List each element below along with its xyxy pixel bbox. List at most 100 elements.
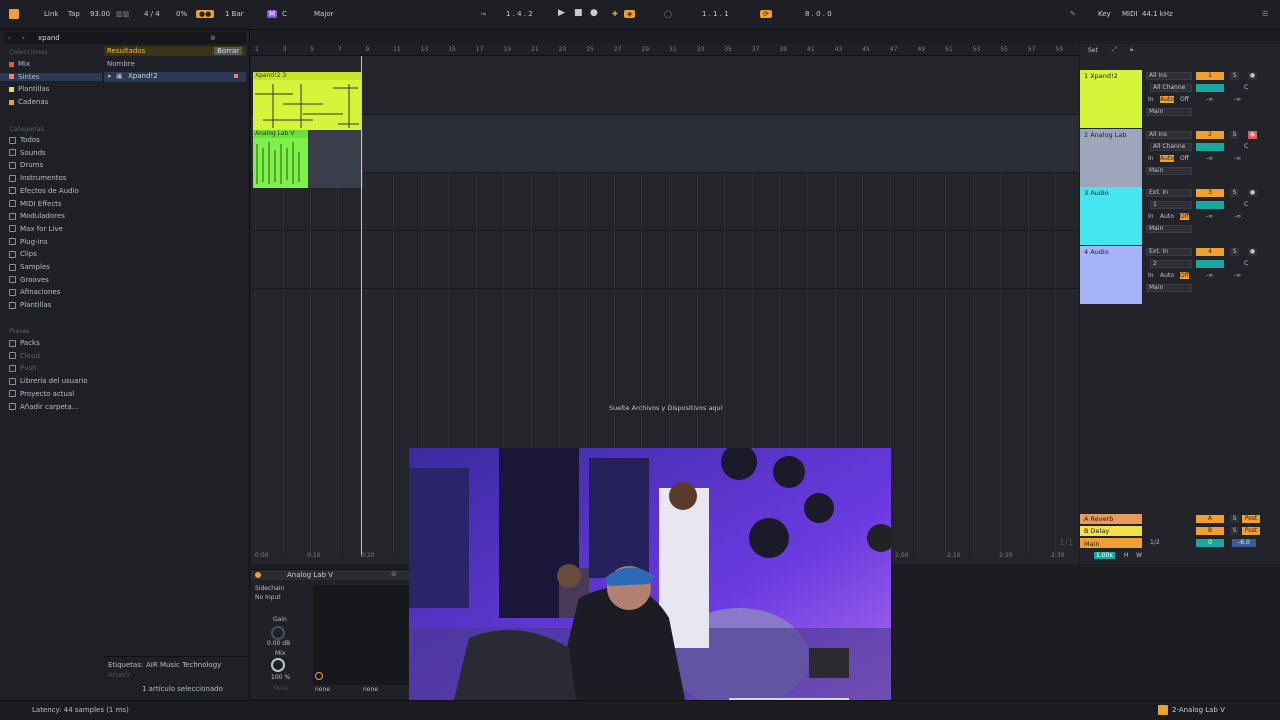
automation-arm-icon[interactable]: ◈ [624,10,636,18]
clear-search-icon[interactable]: ⊗ [210,34,216,42]
tap-button[interactable]: Tap [68,10,80,18]
back-icon[interactable]: ‹ [8,34,11,42]
midi-clip[interactable]: Xpand!2 3 [253,72,361,130]
place-item[interactable]: Librería del usuario [9,377,88,385]
empty-clip-region[interactable] [308,130,363,188]
ratio-display[interactable]: 1.00x [1094,552,1115,559]
w-button[interactable]: W [1136,552,1142,559]
return-solo[interactable]: S [1230,527,1239,535]
track-volume[interactable] [1196,201,1224,209]
search-bar[interactable]: ‹ › xpand ⊗ [4,32,246,44]
category-item[interactable]: MIDI Effects [9,200,62,208]
category-item[interactable]: Efectos de Audio [9,187,79,195]
scale-select[interactable]: Major [314,10,333,18]
beat-ruler[interactable]: 1 3 5 7 9 11 13 15 17 19 21 23 25 27 29 31 33 35 37 39 41 43 4… [251,44,1079,56]
return-letter[interactable]: B [1196,527,1224,535]
monitor-auto[interactable]: Auto [1160,154,1174,162]
lock-icon[interactable]: 🔒︎ [1130,46,1133,54]
track-pan[interactable]: C [1244,84,1248,91]
stop-button[interactable]: ■ [574,8,583,18]
monitor-auto[interactable]: Auto [1160,96,1174,103]
arm-button[interactable]: ● [1248,130,1257,139]
follow-toggle[interactable]: ●● [196,10,215,18]
place-item[interactable]: Push [9,364,37,372]
input-channel-select[interactable]: 2 [1150,259,1192,268]
monitor-off[interactable]: Off [1180,271,1189,279]
return-track-header[interactable]: B Delay [1080,526,1142,536]
category-item[interactable]: Plug-ins [9,238,48,246]
monitor-in[interactable]: In [1148,213,1154,220]
menu-icon[interactable]: ☰ [1262,10,1268,18]
monitor-in[interactable]: In [1148,155,1154,162]
add-tag-label[interactable]: Añadir [108,671,131,679]
main-db[interactable]: -6.0 [1232,539,1256,547]
input-channel-select[interactable]: All Channe [1150,84,1192,92]
monitor-off[interactable]: Off [1180,155,1189,162]
clear-button[interactable]: Borrar [214,47,242,55]
expand-icon[interactable]: ⤢ [1112,46,1117,54]
main-volume[interactable]: 0 [1196,539,1224,547]
name-column-header[interactable]: Nombre [104,60,246,70]
input-type-select[interactable]: All Ins [1146,72,1192,80]
follow-arrow-icon[interactable]: ⇥ [480,10,486,18]
track-volume[interactable] [1196,84,1224,92]
key-map-button[interactable]: Key [1098,10,1111,18]
category-item[interactable]: Clips [9,250,37,258]
input-type-select[interactable]: Ext. In [1146,247,1192,256]
solo-button[interactable]: S [1230,189,1239,197]
quantize-select[interactable]: 1 Bar [225,10,244,18]
key-select[interactable]: C [282,10,287,18]
track-lane-2[interactable] [251,115,1079,173]
track-header[interactable]: 4 Audio [1080,245,1142,304]
monitor-off[interactable]: Off [1180,213,1189,220]
device-power-icon[interactable] [255,572,261,578]
track-send-b[interactable]: -∞ [1234,96,1241,103]
category-item[interactable]: Todos [9,136,40,144]
track-send-b[interactable]: -∞ [1234,155,1241,162]
category-item[interactable]: Sounds [9,149,46,157]
return-solo[interactable]: S [1230,515,1239,523]
device-title-bar[interactable]: Analog Lab V ⊘ [251,570,409,580]
track-pan[interactable]: C [1244,201,1248,208]
monitor-auto[interactable]: Auto [1160,272,1174,279]
track-header-main[interactable]: Main [1080,538,1142,548]
plugin-edit-icon[interactable] [315,672,323,680]
song-position[interactable]: 1 . 4 . 2 [506,10,533,18]
select-a[interactable]: none [315,686,330,693]
loop-start[interactable]: 1 . 1 . 1 [702,10,729,18]
swing-field[interactable]: 0% [176,10,187,18]
collection-item[interactable]: Cadenas [9,98,48,106]
input-type-select[interactable]: All Ins [1146,130,1192,139]
scale-toggle-icon[interactable]: M [267,10,278,18]
play-button[interactable]: ▶ [558,8,565,18]
track-activator[interactable]: 3 [1196,189,1224,197]
output-select[interactable]: Main [1146,283,1192,292]
place-item[interactable]: Añadir carpeta... [9,403,78,411]
solo-button[interactable]: S [1230,72,1239,80]
track-lane-3[interactable] [251,173,1079,231]
monitor-auto[interactable]: Auto [1160,213,1174,220]
place-item[interactable]: Proyecto actual [9,390,74,398]
select-b[interactable]: none [363,686,378,693]
monitor-in[interactable]: In [1148,96,1154,103]
loop-toggle-icon[interactable]: ⟳ [760,10,772,18]
draw-mode-icon[interactable]: ✎ [1070,10,1076,18]
return-post[interactable]: Post [1242,515,1260,523]
signature-field[interactable]: 4 / 4 [144,10,160,18]
metronome-icon[interactable]: ▥▥ [116,10,129,18]
category-item[interactable]: Samples [9,263,50,271]
solo-button[interactable]: S [1230,130,1239,139]
solo-button[interactable]: S [1230,247,1239,256]
search-input[interactable]: xpand [38,34,60,42]
monitor-in[interactable]: In [1148,272,1154,279]
plugin-area[interactable] [313,585,409,685]
track-activator[interactable]: 4 [1196,247,1224,256]
category-item[interactable]: Afinaciones [9,288,60,296]
loop-length[interactable]: 8 . 0 . 0 [805,10,832,18]
midi-clip[interactable]: Analog Lab V [253,130,308,188]
output-select[interactable]: Main [1146,225,1192,233]
category-item[interactable]: Instrumentos [9,174,66,182]
track-header[interactable]: 2 Analog Lab [1080,128,1142,187]
arm-button[interactable]: ● [1248,72,1257,80]
overdub-icon[interactable]: ✚ [612,10,618,18]
